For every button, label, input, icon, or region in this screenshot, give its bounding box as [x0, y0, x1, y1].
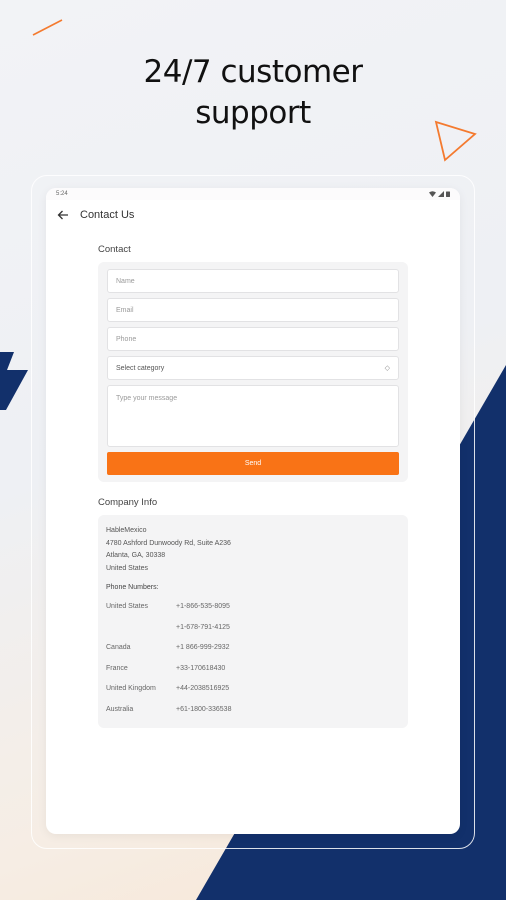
phone-row: France +33-170618430 [106, 658, 400, 679]
status-icons [429, 191, 450, 197]
company-info-section-title: Company Info [98, 497, 158, 508]
headline-line-1: 24/7 customer [143, 54, 363, 90]
signal-icon [438, 191, 444, 197]
address-street: 4780 Ashford Dunwoody Rd, Suite A236 [106, 539, 231, 547]
headline-line-2: support [195, 95, 311, 131]
email-field[interactable]: Email [107, 298, 399, 322]
phone-row: +1-678-791-4125 [106, 617, 400, 638]
send-button[interactable]: Send [107, 452, 399, 475]
orange-accent-line [32, 19, 63, 36]
lightning-shape [0, 352, 28, 410]
app-bar: Contact Us [46, 200, 460, 230]
name-field[interactable]: Name [107, 269, 399, 293]
phone-number[interactable]: +1-866-535-8095 [176, 603, 230, 610]
phone-country: Australia [106, 705, 134, 713]
phone-number[interactable]: +1-678-791-4125 [176, 624, 230, 631]
phone-row: United States +1-866-535-8095 [106, 596, 400, 617]
phone-row: Australia +61-1800-336538 [106, 699, 400, 720]
phone-row: Canada +1 866-999-2932 [106, 637, 400, 658]
address-city: Atlanta, GA, 30338 [106, 552, 166, 560]
dropdown-arrow-icon: ◇ [384, 365, 390, 372]
contact-form-card: Name Email Phone Select category ◇ Type … [98, 262, 408, 482]
main-content: Contact Name Email Phone Select category… [46, 244, 460, 729]
phone-country: France [106, 664, 128, 672]
phone-country: Canada [106, 644, 131, 652]
phone-number[interactable]: +33-170618430 [176, 665, 225, 672]
contact-section-title: Contact [98, 244, 131, 255]
phone-number[interactable]: +1 866-999-2932 [176, 644, 230, 651]
category-select[interactable]: Select category ◇ [107, 356, 399, 380]
category-value: Select category [116, 364, 165, 372]
status-time: 5:24 [56, 191, 68, 197]
message-textarea[interactable]: Type your message [107, 385, 399, 447]
phone-row: United Kingdom +44-2038516925 [106, 678, 400, 699]
phone-country: United Kingdom [106, 685, 156, 693]
address-country: United States [106, 564, 149, 572]
arrow-left-icon[interactable] [56, 208, 70, 222]
phone-field[interactable]: Phone [107, 327, 399, 351]
wifi-icon [429, 191, 436, 197]
headline: 24/7 customer support [0, 52, 506, 134]
phone-numbers-heading: Phone Numbers: [106, 584, 159, 592]
message-placeholder: Type your message [116, 395, 178, 402]
status-bar: 5:24 [46, 188, 460, 200]
company-name: HableMexico [106, 527, 147, 534]
page-title: Contact Us [80, 209, 135, 221]
device-screen: 5:24 Contact Us Contact Name Email Phone… [46, 188, 460, 834]
email-placeholder: Email [116, 306, 134, 314]
phone-country: United States [106, 603, 149, 611]
name-placeholder: Name [116, 277, 135, 285]
phone-number[interactable]: +44-2038516925 [176, 685, 229, 692]
battery-icon [446, 191, 450, 197]
phone-number[interactable]: +61-1800-336538 [176, 706, 231, 713]
phone-placeholder: Phone [116, 335, 137, 343]
company-info-card: HableMexico 4780 Ashford Dunwoody Rd, Su… [98, 515, 408, 729]
